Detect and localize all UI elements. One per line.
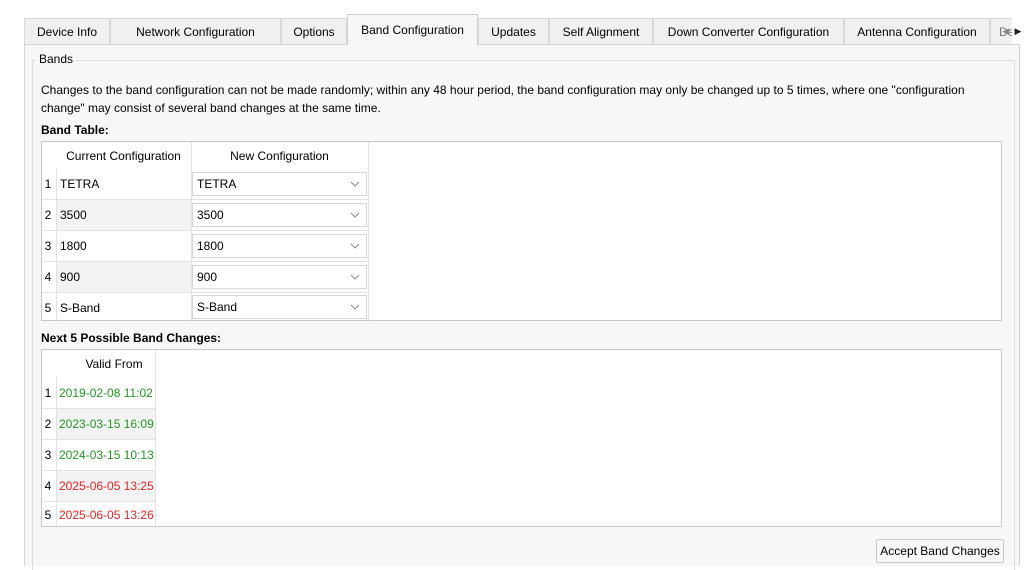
- chevron-down-icon: [350, 304, 360, 310]
- new-config-value: TETRA: [197, 177, 237, 191]
- tab-down-converter-configuration[interactable]: Down Converter Configuration: [653, 18, 844, 44]
- tab-self-alignment[interactable]: Self Alignment: [549, 18, 653, 44]
- new-config-value: 900: [197, 270, 218, 284]
- row-number: 3: [44, 448, 52, 462]
- tab-antenna-configuration[interactable]: Antenna Configuration: [844, 18, 990, 44]
- current-config-cell[interactable]: S-Band: [60, 293, 188, 322]
- tab-updates[interactable]: Updates: [478, 18, 549, 44]
- tab-network-configuration[interactable]: Network Configuration: [110, 18, 281, 44]
- band-table-label: Band Table:: [41, 123, 109, 137]
- chevron-down-icon: [350, 212, 360, 218]
- column-header-new[interactable]: New Configuration: [191, 144, 368, 168]
- valid-from-cell[interactable]: 2019-02-08 11:02: [59, 378, 155, 408]
- new-config-select[interactable]: TETRA: [192, 172, 367, 196]
- row-number: 1: [44, 177, 52, 191]
- tab-options[interactable]: Options: [281, 18, 347, 44]
- band-changes-table: Valid From 1 2019-02-08 11:02 2 2023-03-…: [41, 349, 1002, 528]
- row-number: 2: [44, 208, 52, 222]
- band-table: Current Configuration New Configuration …: [41, 141, 1002, 322]
- new-config-value: 1800: [197, 239, 224, 253]
- tab-device-info[interactable]: Device Info: [24, 18, 110, 44]
- row-number: 3: [44, 239, 52, 253]
- tab-band-configuration[interactable]: Band Configuration: [347, 14, 478, 45]
- chevron-down-icon: [350, 181, 360, 187]
- current-config-cell[interactable]: 1800: [60, 231, 188, 261]
- tab-bar: Device Info Network Configuration Option…: [24, 14, 1027, 45]
- row-number: 2: [44, 417, 52, 431]
- valid-from-cell[interactable]: 2025-06-05 13:25: [57, 471, 155, 501]
- current-config-cell[interactable]: 900: [57, 262, 191, 292]
- column-header-current[interactable]: Current Configuration: [56, 144, 191, 168]
- band-info-text: Changes to the band configuration can no…: [41, 83, 965, 115]
- group-title: Bands: [36, 52, 77, 66]
- valid-from-cell[interactable]: 2023-03-15 16:09: [57, 409, 155, 439]
- row-number: 4: [44, 270, 52, 284]
- accept-band-changes-button[interactable]: Accept Band Changes: [876, 539, 1004, 563]
- row-number: 4: [44, 479, 52, 493]
- chevron-down-icon: [350, 274, 360, 280]
- row-number: 5: [44, 300, 52, 315]
- new-config-value: S-Band: [197, 300, 238, 314]
- new-config-select[interactable]: 1800: [192, 234, 367, 258]
- triangle-right-icon[interactable]: ▶: [1012, 24, 1024, 38]
- new-config-select[interactable]: 3500: [192, 203, 367, 227]
- new-config-select[interactable]: S-Band: [192, 295, 367, 319]
- band-configuration-panel: Bands Changes to the band configuration …: [24, 44, 1020, 570]
- row-number: 5: [44, 508, 52, 522]
- chevron-down-icon: [350, 243, 360, 249]
- new-config-select[interactable]: 900: [192, 265, 367, 289]
- valid-from-cell[interactable]: 2025-06-05 13:26: [59, 502, 155, 528]
- triangle-left-icon[interactable]: ◀: [1000, 24, 1012, 38]
- row-number: 1: [44, 386, 52, 400]
- current-config-cell[interactable]: TETRA: [60, 169, 188, 199]
- valid-from-cell[interactable]: 2024-03-15 10:13: [59, 440, 155, 470]
- band-changes-label: Next 5 Possible Band Changes:: [41, 331, 222, 345]
- current-config-cell[interactable]: 3500: [57, 200, 191, 230]
- new-config-value: 3500: [197, 208, 224, 222]
